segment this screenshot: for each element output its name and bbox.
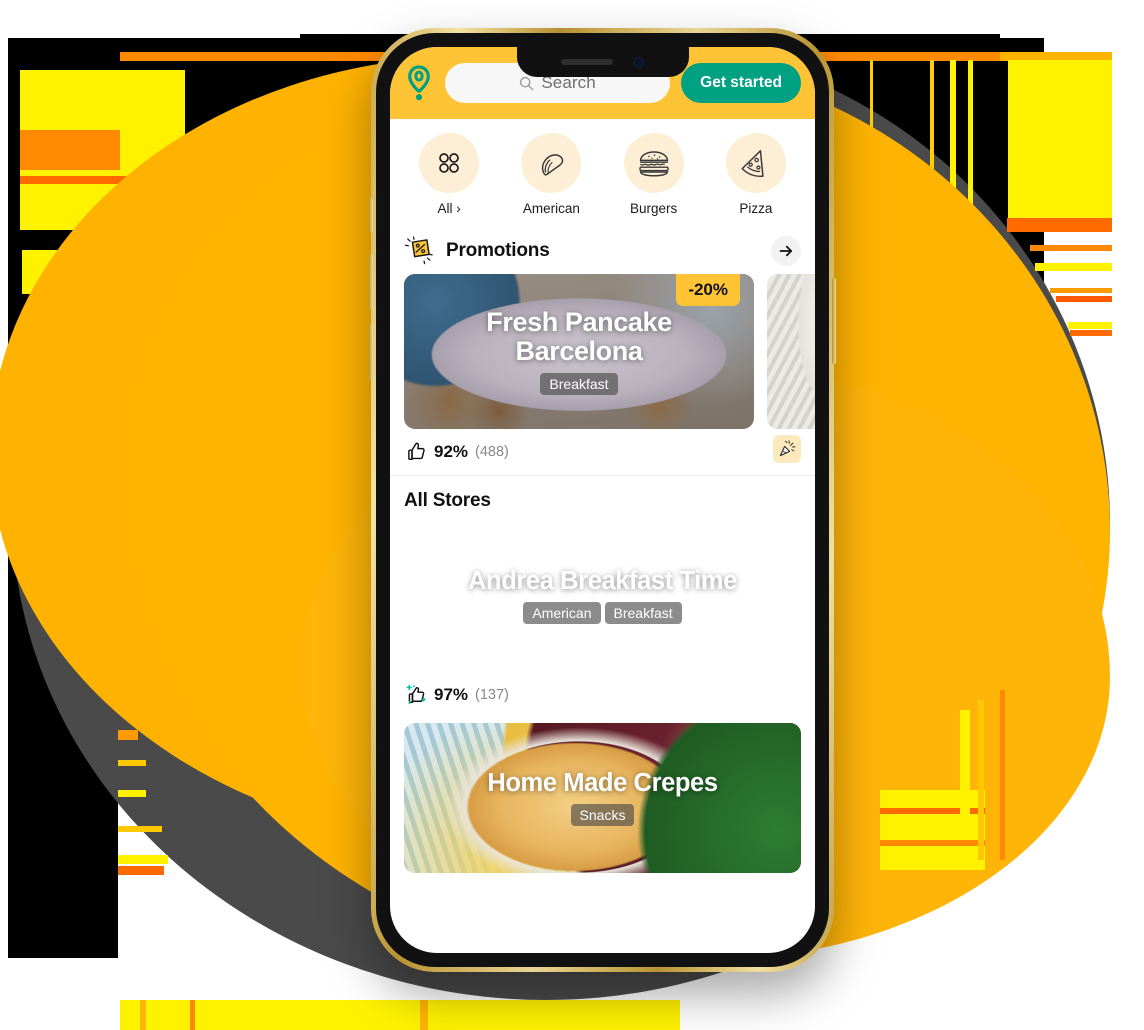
search-icon [520,76,534,90]
discount-tag-icon [404,236,433,265]
category-icon-bg [725,133,786,193]
category-item-pizza[interactable]: Pizza [705,133,807,216]
thumbs-up-icon [408,442,425,461]
taco-icon [542,154,564,176]
promo-rating-percent: 92% [434,441,469,461]
all-stores-title: All Stores [404,490,491,511]
phone-bezel: Search Get started All › American Burger… [376,33,829,967]
category-item-all[interactable]: All › [398,133,500,216]
store-card-tags: American Breakfast [523,602,682,625]
thumbs-up-sparkle-icon [406,684,426,705]
promo-card-image [767,274,815,429]
category-label: American [522,201,580,216]
phone-screen: Search Get started All › American Burger… [390,47,815,953]
store-card-title: Home Made Crepes [487,768,718,797]
promo-party-badge [773,435,801,463]
background-stage: Search Get started All › American Burger… [0,0,1144,1030]
category-item-american[interactable]: American [500,133,602,216]
arrow-right-icon [779,245,793,257]
category-icon-bg [623,133,684,193]
store-card-andrea[interactable]: Andrea Breakfast Time American Breakfast [404,520,801,672]
category-row: All › American Burgers Pizza [390,119,815,224]
category-icon-bg [419,133,480,193]
store-card-overlay: Home Made Crepes Snacks [404,723,801,873]
earpiece-speaker [561,59,613,65]
location-pin-icon[interactable] [404,64,434,102]
promo-card-tag: Breakfast [540,373,618,396]
volume-up-button[interactable] [369,254,373,310]
store-card-tag: Snacks [570,804,635,827]
burger-icon [638,151,669,177]
store-rating-percent: 97% [434,684,469,704]
party-popper-icon [779,440,796,457]
grid-four-dots-icon [439,153,459,173]
store-card-overlay: Andrea Breakfast Time American Breakfast [404,520,801,672]
store-rating-count: (137) [475,686,509,703]
phone-notch [516,47,689,77]
volume-down-button[interactable] [369,324,373,380]
front-camera-icon [633,56,644,68]
category-label: Pizza [739,201,773,216]
category-icon-bg [521,133,582,193]
power-button[interactable] [832,278,836,364]
mute-switch[interactable] [369,198,373,232]
phone-device: Search Get started All › American Burger… [369,28,836,972]
promotions-title: Promotions [446,240,550,261]
promo-card-title: Fresh Pancake Barcelona [486,306,672,366]
store-card-tag: American [523,602,601,625]
promo-card-tags: Breakfast [540,373,618,396]
store-card-crepes[interactable]: Home Made Crepes Snacks [404,723,801,873]
promotions-carousel[interactable]: -20% Fresh Pancake Barcelona Breakfast [390,274,815,429]
category-label: Burgers [629,201,678,216]
promotions-next-button[interactable] [771,236,801,266]
promo-rating-count: (488) [475,443,509,460]
promo-card-pancake[interactable]: -20% Fresh Pancake Barcelona Breakfast [404,274,754,429]
pizza-slice-icon [741,150,764,178]
promotions-header: Promotions [390,224,815,274]
promo-card-next-peek[interactable] [767,274,815,429]
category-item-burgers[interactable]: Burgers [603,133,705,216]
store-card-tag: Breakfast [604,602,682,625]
category-label: All › [437,201,461,216]
promo-title-line-2: Barcelona [515,336,643,366]
promo-title-line-1: Fresh Pancake [486,306,672,337]
promo-rating-row: 92% (488) [390,429,815,463]
store-rating-row: 97% (137) [390,672,815,705]
get-started-button[interactable]: Get started [681,63,801,103]
discount-badge: -20% [676,274,740,306]
store-card-title: Andrea Breakfast Time [468,566,737,595]
store-card-tags: Snacks [570,804,635,827]
